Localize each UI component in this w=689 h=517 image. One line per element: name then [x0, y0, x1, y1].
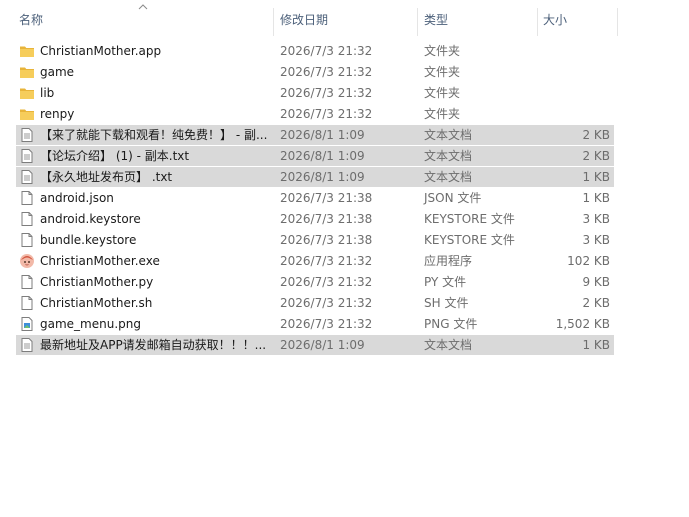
file-row[interactable]: ChristianMother.sh 2026/7/3 21:32 SH 文件 2 K… — [16, 293, 614, 313]
file-modified-date: 2026/7/3 21:38 — [280, 191, 373, 205]
file-modified-date: 2026/7/3 21:38 — [280, 212, 373, 226]
folder-icon — [19, 64, 35, 80]
text-file-icon — [19, 169, 35, 185]
file-size: 2 KB — [582, 149, 610, 163]
file-type: 文本文档 — [424, 149, 473, 163]
column-header-bar: 名称 修改日期 类型 大小 — [0, 0, 689, 40]
file-icon — [19, 295, 35, 311]
file-type: KEYSTORE 文件 — [424, 212, 515, 226]
column-divider[interactable] — [617, 8, 618, 36]
file-size: 3 KB — [582, 233, 610, 247]
sort-ascending-icon — [138, 4, 148, 10]
file-type: 文件夹 — [424, 86, 461, 100]
file-type: PY 文件 — [424, 275, 467, 289]
file-size: 1 KB — [582, 338, 610, 352]
file-row[interactable]: 【来了就能下载和观看！纯免费！】 - 副... 2026/8/1 1:09 文本文档… — [16, 125, 614, 145]
file-name: 【永久地址发布页】 .txt — [40, 170, 173, 184]
file-row[interactable]: ChristianMother.app 2026/7/3 21:32 文件夹 — [16, 41, 614, 61]
file-row[interactable]: android.keystore 2026/7/3 21:38 KEYSTORE 文… — [16, 209, 614, 229]
text-file-icon — [19, 337, 35, 353]
file-row[interactable]: android.json 2026/7/3 21:38 JSON 文件 1 KB — [16, 188, 614, 208]
file-modified-date: 2026/7/3 21:32 — [280, 65, 373, 79]
file-row[interactable]: renpy 2026/7/3 21:32 文件夹 — [16, 104, 614, 124]
file-row[interactable]: 最新地址及APP请发邮箱自动获取！！！... 2026/8/1 1:09 文本文档 1… — [16, 335, 614, 355]
file-modified-date: 2026/7/3 21:32 — [280, 296, 373, 310]
file-size: 9 KB — [582, 275, 610, 289]
file-icon — [19, 211, 35, 227]
file-type: 文件夹 — [424, 107, 461, 121]
file-name: ChristianMother.py — [40, 275, 154, 289]
file-icon — [19, 232, 35, 248]
image-file-icon — [19, 316, 35, 332]
file-modified-date: 2026/7/3 21:32 — [280, 86, 373, 100]
folder-icon — [19, 106, 35, 122]
file-type: SH 文件 — [424, 296, 469, 310]
file-name: 【来了就能下载和观看！纯免费！】 - 副... — [40, 128, 268, 142]
file-type: 文件夹 — [424, 65, 461, 79]
file-modified-date: 2026/8/1 1:09 — [280, 149, 365, 163]
file-name: android.keystore — [40, 212, 141, 226]
file-size: 1 KB — [582, 170, 610, 184]
folder-icon — [19, 85, 35, 101]
file-name: ChristianMother.app — [40, 44, 162, 58]
file-type: 应用程序 — [424, 254, 473, 268]
column-divider[interactable] — [417, 8, 418, 36]
file-modified-date: 2026/7/3 21:32 — [280, 275, 373, 289]
file-row[interactable]: bundle.keystore 2026/7/3 21:38 KEYSTORE 文件… — [16, 230, 614, 250]
file-name: game — [40, 65, 75, 79]
file-size: 3 KB — [582, 212, 610, 226]
column-header-name[interactable]: 名称 — [19, 0, 43, 40]
file-name: 【论坛介绍】 (1) - 副本.txt — [40, 149, 190, 163]
file-row[interactable]: ChristianMother.py 2026/7/3 21:32 PY 文件 9 K… — [16, 272, 614, 292]
file-modified-date: 2026/7/3 21:32 — [280, 107, 373, 121]
column-header-date[interactable]: 修改日期 — [280, 0, 328, 40]
file-type: PNG 文件 — [424, 317, 478, 331]
file-modified-date: 2026/7/3 21:32 — [280, 317, 373, 331]
file-row[interactable]: ChristianMother.exe 2026/7/3 21:32 应用程序 102… — [16, 251, 614, 271]
column-divider[interactable] — [537, 8, 538, 36]
file-modified-date: 2026/8/1 1:09 — [280, 170, 365, 184]
column-header-size[interactable]: 大小 — [543, 0, 567, 40]
folder-icon — [19, 43, 35, 59]
text-file-icon — [19, 148, 35, 164]
text-file-icon — [19, 127, 35, 143]
file-modified-date: 2026/7/3 21:32 — [280, 44, 373, 58]
file-type: 文件夹 — [424, 44, 461, 58]
file-size: 2 KB — [582, 296, 610, 310]
file-type: 文本文档 — [424, 128, 473, 142]
file-size: 1 KB — [582, 191, 610, 205]
file-modified-date: 2026/7/3 21:32 — [280, 254, 373, 268]
file-name: 最新地址及APP请发邮箱自动获取！！！... — [40, 338, 267, 352]
file-size: 2 KB — [582, 128, 610, 142]
file-row[interactable]: game 2026/7/3 21:32 文件夹 — [16, 62, 614, 82]
file-name: lib — [40, 86, 55, 100]
file-type: KEYSTORE 文件 — [424, 233, 515, 247]
file-icon — [19, 190, 35, 206]
file-row[interactable]: game_menu.png 2026/7/3 21:32 PNG 文件 1,502 K… — [16, 314, 614, 334]
file-icon — [19, 274, 35, 290]
file-name: game_menu.png — [40, 317, 141, 331]
file-type: 文本文档 — [424, 338, 473, 352]
file-size: 102 KB — [567, 254, 610, 268]
file-modified-date: 2026/8/1 1:09 — [280, 338, 365, 352]
file-name: ChristianMother.exe — [40, 254, 160, 268]
file-name: android.json — [40, 191, 114, 205]
file-row[interactable]: lib 2026/7/3 21:32 文件夹 — [16, 83, 614, 103]
file-name: bundle.keystore — [40, 233, 137, 247]
file-name: ChristianMother.sh — [40, 296, 153, 310]
file-row[interactable]: 【论坛介绍】 (1) - 副本.txt 2026/8/1 1:09 文本文档 2 KB — [16, 146, 614, 166]
file-modified-date: 2026/7/3 21:38 — [280, 233, 373, 247]
app-icon — [19, 253, 35, 269]
column-header-type[interactable]: 类型 — [424, 0, 448, 40]
column-divider[interactable] — [273, 8, 274, 36]
file-row[interactable]: 【永久地址发布页】 .txt 2026/8/1 1:09 文本文档 1 KB — [16, 167, 614, 187]
file-modified-date: 2026/8/1 1:09 — [280, 128, 365, 142]
file-name: renpy — [40, 107, 75, 121]
file-type: 文本文档 — [424, 170, 473, 184]
file-size: 1,502 KB — [555, 317, 610, 331]
file-type: JSON 文件 — [424, 191, 482, 205]
